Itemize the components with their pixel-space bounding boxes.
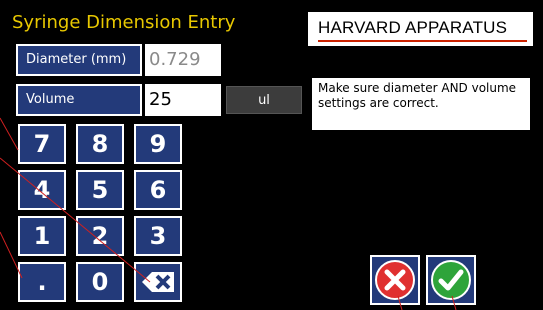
key-7[interactable]: 7 [18, 124, 66, 164]
diameter-field[interactable]: 0.729 [145, 44, 221, 76]
key-0[interactable]: 0 [76, 262, 124, 302]
key-decimal[interactable]: . [18, 262, 66, 302]
key-9[interactable]: 9 [134, 124, 182, 164]
brand-name: HARVARD APPARATUS [318, 18, 508, 37]
cancel-icon [375, 260, 415, 300]
key-6[interactable]: 6 [134, 170, 182, 210]
cancel-button[interactable] [370, 255, 420, 305]
key-4[interactable]: 4 [18, 170, 66, 210]
brand-box: HARVARD APPARATUS [308, 12, 533, 46]
confirm-button[interactable] [426, 255, 476, 305]
volume-field[interactable]: 25 [145, 84, 221, 116]
key-8[interactable]: 8 [76, 124, 124, 164]
screen-title: Syringe Dimension Entry [12, 12, 236, 33]
confirm-icon [431, 260, 471, 300]
key-3[interactable]: 3 [134, 216, 182, 256]
brand-underline [318, 40, 527, 42]
backspace-icon [142, 272, 174, 292]
backspace-button[interactable] [134, 262, 182, 302]
volume-button[interactable]: Volume [16, 84, 142, 116]
key-2[interactable]: 2 [76, 216, 124, 256]
instruction-note: Make sure diameter AND volume settings a… [312, 78, 530, 130]
diameter-button[interactable]: Diameter (mm) [16, 44, 142, 76]
key-1[interactable]: 1 [18, 216, 66, 256]
key-5[interactable]: 5 [76, 170, 124, 210]
volume-unit-button[interactable]: ul [226, 86, 302, 114]
